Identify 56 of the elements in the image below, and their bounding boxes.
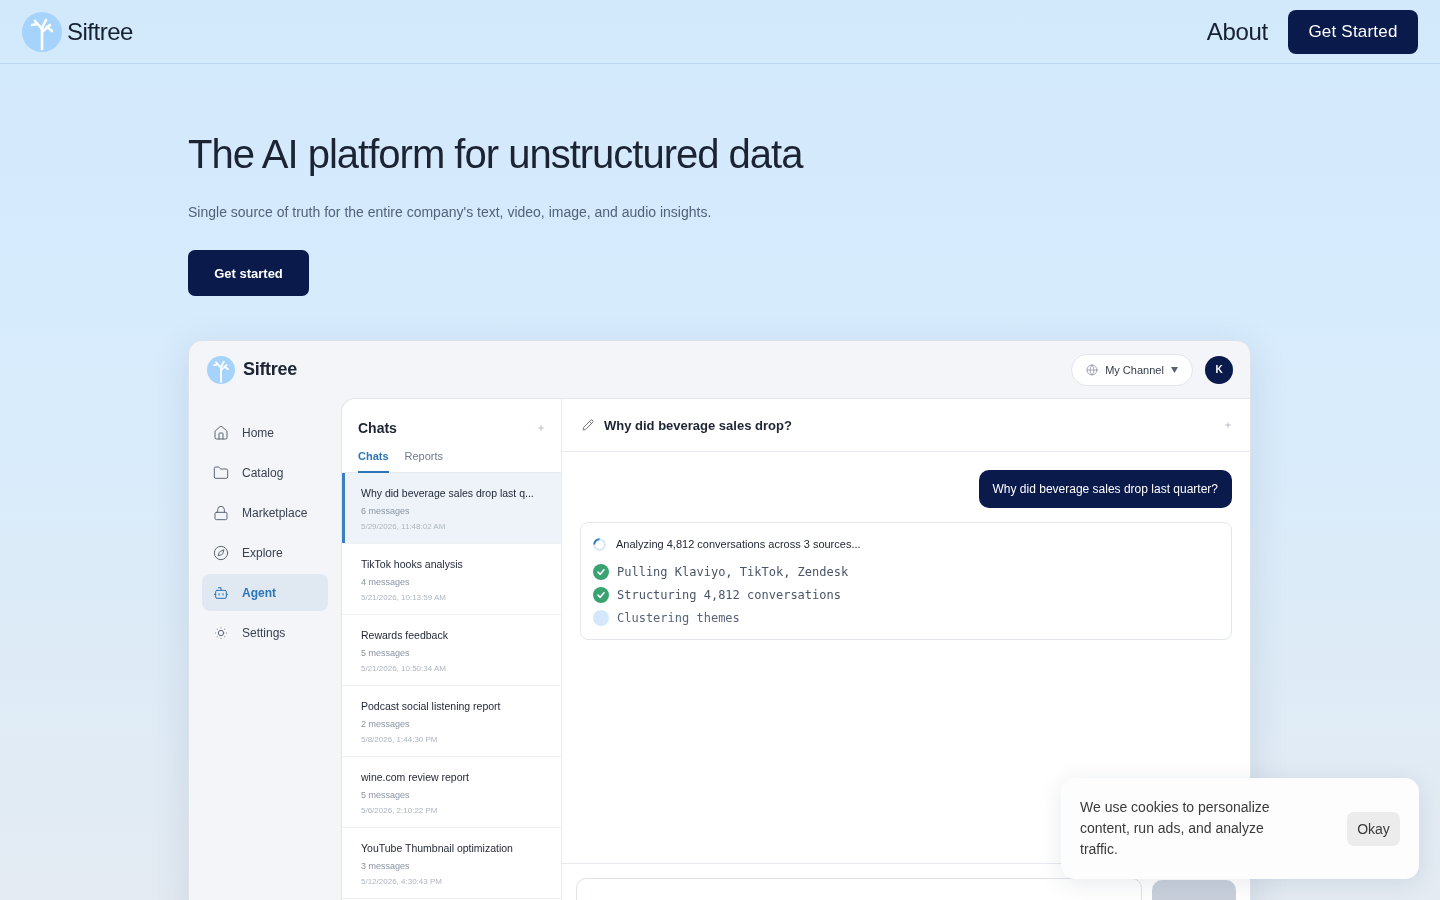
- step-text: Pulling Klaviyo, TikTok, Zendesk: [617, 565, 849, 579]
- plus-icon[interactable]: [1224, 421, 1232, 429]
- pencil-icon[interactable]: [582, 419, 594, 431]
- user-message: Why did beverage sales drop last quarter?: [978, 470, 1232, 508]
- chat-title: Why did beverage sales drop last q...: [361, 487, 535, 500]
- brand-name: Siftree: [67, 17, 133, 46]
- app-brand-name: Siftree: [243, 359, 297, 380]
- sun-icon: [213, 624, 229, 641]
- step-text: Structuring 4,812 conversations: [617, 588, 841, 602]
- nav-link[interactable]: About: [1206, 17, 1268, 46]
- sidebar-item[interactable]: Home: [202, 414, 328, 451]
- chat-date: 5/6/2026, 2:10:22 PM: [361, 805, 439, 817]
- tree-logo-icon: [207, 355, 235, 384]
- folder-icon: [213, 464, 229, 481]
- spinner-icon: [593, 537, 606, 551]
- chat-title: Podcast social listening report: [361, 700, 502, 713]
- hero-subtitle: Single source of truth for the entire company's text, video, image, and audio insights.: [188, 203, 713, 221]
- sidebar-item[interactable]: Marketplace: [202, 494, 328, 531]
- sidebar-item[interactable]: Catalog: [202, 454, 328, 491]
- get-started-button[interactable]: Get started: [188, 250, 309, 296]
- chat-date: 5/8/2026, 1:44:30 PM: [361, 734, 439, 746]
- sidebar-item[interactable]: Settings: [202, 614, 328, 651]
- plus-icon[interactable]: [537, 424, 545, 432]
- chat-title: Rewards feedback: [361, 629, 449, 642]
- chat-date: 5/21/2026, 10:13:59 AM: [361, 592, 447, 604]
- status-text: Analyzing 4,812 conversations across 3 sources...: [616, 538, 861, 550]
- conversation-title: Why did beverage sales drop?: [604, 417, 793, 433]
- chat-date: 5/21/2026, 10:50:34 AM: [361, 663, 447, 675]
- message-count: 6 messages: [361, 505, 411, 517]
- message-count: 5 messages: [361, 789, 411, 801]
- chat-title: YouTube Thumbnail optimization: [361, 842, 514, 855]
- chat-title: TikTok hooks analysis: [361, 558, 464, 571]
- house-icon: [213, 424, 229, 441]
- caret-icon: [1170, 366, 1178, 373]
- tab[interactable]: Reports: [404, 447, 444, 473]
- chat-date: 5/12/2026, 4:30:43 PM: [361, 876, 443, 888]
- message-count: 2 messages: [361, 718, 411, 730]
- sidebar-item[interactable]: Explore: [202, 534, 328, 571]
- globe-icon: [1086, 363, 1099, 376]
- avatar[interactable]: K: [1205, 355, 1233, 384]
- sidebar-item[interactable]: Agent: [202, 574, 328, 611]
- panel-title: Chats: [358, 419, 397, 437]
- message-count: 3 messages: [361, 860, 411, 872]
- tree-logo-icon: [22, 11, 62, 52]
- lock-icon: [213, 504, 229, 521]
- compass-icon: [213, 544, 229, 561]
- chat-title: wine.com review report: [361, 771, 470, 784]
- channel-selector[interactable]: My Channel: [1071, 353, 1193, 386]
- cookie-text: We use cookies to personalize content, run ads, and analyze traffic.: [1080, 798, 1271, 859]
- hero-title: The AI platform for unstructured data: [188, 131, 805, 178]
- okay-button[interactable]: Okay: [1347, 811, 1400, 846]
- step-text: Clustering themes: [617, 611, 740, 625]
- message-count: 4 messages: [361, 576, 411, 588]
- message-count: 5 messages: [361, 647, 411, 659]
- robot-icon: [213, 584, 229, 601]
- get-started-button[interactable]: Get Started: [1288, 9, 1418, 54]
